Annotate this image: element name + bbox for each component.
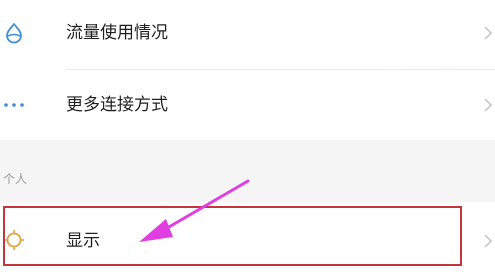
settings-item-more-connections[interactable]: 更多连接方式 <box>0 70 495 140</box>
chevron-right-icon <box>483 233 493 249</box>
chevron-right-icon <box>483 97 493 113</box>
display-sun-icon <box>3 229 25 251</box>
more-dots-icon <box>3 94 25 116</box>
settings-item-label: 更多连接方式 <box>66 95 168 115</box>
chevron-right-icon <box>483 25 493 41</box>
settings-item-display[interactable]: 显示 <box>0 202 495 272</box>
data-usage-drop-icon <box>3 22 25 44</box>
settings-item-label: 显示 <box>66 231 100 251</box>
section-gap <box>0 140 495 202</box>
settings-item-data-usage[interactable]: 流量使用情况 <box>0 0 495 66</box>
settings-item-label: 流量使用情况 <box>66 23 168 43</box>
section-header-personal: 个人 <box>3 172 28 186</box>
